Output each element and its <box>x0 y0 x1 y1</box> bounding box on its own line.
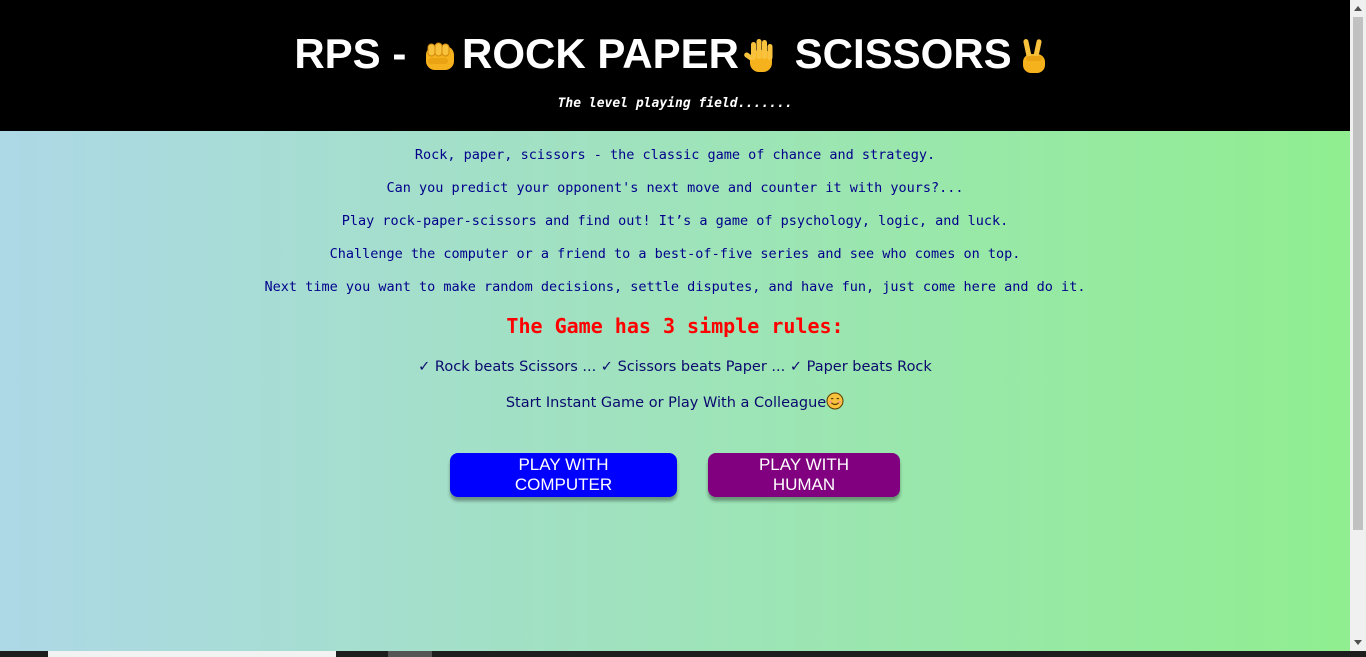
fist-icon <box>420 29 460 79</box>
title-prefix: RPS - <box>294 30 418 77</box>
rules-heading: The Game has 3 simple rules: <box>506 314 844 338</box>
intro-line: Play rock-paper-scissors and find out! I… <box>341 213 1009 229</box>
intro-line: Can you predict your opponent's next mov… <box>386 180 964 196</box>
page-title: RPS - ROCK PAPER SCISSORS <box>0 0 1350 79</box>
title-scissors: SCISSORS <box>794 30 1012 77</box>
title-paper: PAPER <box>597 30 739 77</box>
title-rock: ROCK <box>462 30 586 77</box>
tagline: The level playing field....... <box>557 96 793 111</box>
vertical-scrollbar[interactable] <box>1350 0 1366 651</box>
victory-hand-icon <box>1014 29 1054 79</box>
bottom-bar-segment <box>48 651 336 657</box>
raised-hand-icon <box>741 29 781 79</box>
start-prompt-text: Start Instant Game or Play With a Collea… <box>505 395 827 411</box>
intro-text: Rock, paper, scissors - the classic game… <box>0 131 1350 310</box>
intro-line: Next time you want to make random decisi… <box>264 279 1086 295</box>
play-with-human-button[interactable]: PLAY WITH HUMAN <box>708 453 900 497</box>
site-header: RPS - ROCK PAPER SCISSORS The level play… <box>0 0 1350 131</box>
bottom-bar <box>0 651 1366 657</box>
intro-line: Challenge the computer or a friend to a … <box>329 246 1021 262</box>
page: RPS - ROCK PAPER SCISSORS The level play… <box>0 0 1350 651</box>
start-prompt: Start Instant Game or Play With a Collea… <box>0 392 1350 414</box>
bottom-bar-segment <box>388 651 432 657</box>
smiling-face-icon <box>826 392 844 411</box>
scroll-up-arrow-icon[interactable] <box>1354 6 1362 11</box>
scrollbar-thumb[interactable] <box>1353 17 1363 530</box>
main-content: Rock, paper, scissors - the classic game… <box>0 131 1350 651</box>
game-mode-buttons: PLAY WITH COMPUTER PLAY WITH HUMAN <box>0 453 1350 497</box>
rules-line: ✓ Rock beats Scissors ... ✓ Scissors bea… <box>418 359 932 375</box>
play-with-computer-button[interactable]: PLAY WITH COMPUTER <box>450 453 677 497</box>
scroll-down-arrow-icon[interactable] <box>1354 640 1362 645</box>
intro-line: Rock, paper, scissors - the classic game… <box>414 147 936 163</box>
